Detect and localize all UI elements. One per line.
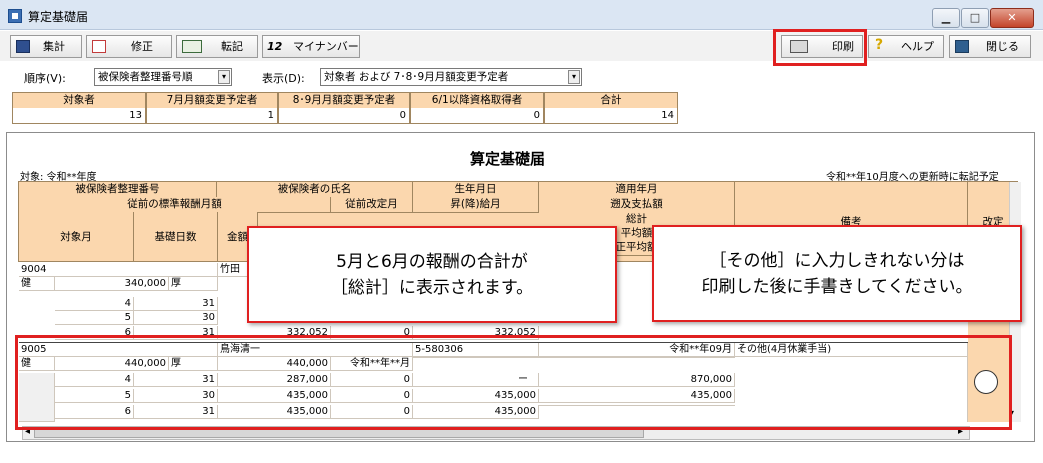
print-highlight	[773, 29, 867, 66]
header-target-month: 対象月	[19, 212, 134, 262]
record-9004-m5: 5	[55, 311, 134, 325]
callout-total-line2: ［総計］に表示されます。	[330, 277, 534, 298]
summary-value-target: 13	[12, 108, 146, 124]
record-9004-m4: 4	[55, 297, 134, 311]
record-9004-std: 340,000	[55, 277, 169, 291]
display-select[interactable]: 対象者 および 7･8･9月月額変更予定者 ▾	[320, 68, 582, 86]
callout-total: 5月と6月の報酬の合計が ［総計］に表示されます。	[247, 226, 617, 323]
header-retro-pay: 遡及支払額	[539, 197, 735, 213]
chevron-down-icon[interactable]: ▾	[218, 70, 230, 84]
edit-label: 修正	[131, 40, 153, 53]
summary-header-june: 6/1以降資格取得者	[410, 92, 544, 109]
mynumber-button[interactable]: 12 マイナンバー	[262, 35, 360, 58]
chevron-down-icon[interactable]: ▾	[568, 70, 580, 84]
door-icon	[955, 40, 969, 53]
title-bar	[0, 0, 1043, 30]
summary-value-total: 14	[544, 108, 678, 124]
record-9004-no: 9004	[19, 263, 218, 277]
callout-total-line1: 5月と6月の報酬の合計が	[336, 251, 528, 272]
help-button[interactable]: ? ヘルプ	[868, 35, 944, 58]
mynumber-icon: 12	[267, 40, 283, 53]
order-label: 順序(V):	[24, 72, 66, 85]
display-value: 対象者 および 7･8･9月月額変更予定者	[324, 71, 509, 83]
summary-header-july: 7月月額変更予定者	[146, 92, 278, 109]
summary-header-aug-sep: 8･9月月額変更予定者	[278, 92, 410, 109]
sum-label: 集計	[43, 40, 65, 53]
edit-icon	[92, 40, 106, 53]
header-insured-name: 被保険者の氏名	[217, 182, 413, 198]
record-9004-d4: 31	[134, 297, 218, 311]
close-button[interactable]: 閉じる	[949, 35, 1031, 58]
header-raise-month: 昇(降)給月	[413, 197, 539, 213]
header-insured-no: 被保険者整理番号	[19, 182, 217, 198]
record-highlight	[15, 335, 1012, 430]
callout-other-line1: ［その他］に入力しきれない分は	[709, 250, 965, 271]
record-9004-d5: 30	[134, 311, 218, 325]
summary-value-july: 1	[146, 108, 278, 124]
summary-header-target: 対象者	[12, 92, 146, 109]
transfer-label: 転記	[221, 40, 243, 53]
display-label: 表示(D):	[262, 72, 305, 85]
summary-value-june: 0	[410, 108, 544, 124]
edit-button[interactable]: 修正	[86, 35, 172, 58]
question-icon: ?	[875, 37, 884, 53]
maximize-button[interactable]: □	[961, 8, 989, 28]
header-prev-revision: 従前改定月	[331, 197, 413, 213]
callout-other-line2: 印刷した後に手書きしてください。	[701, 276, 973, 297]
transfer-button[interactable]: 転記	[176, 35, 258, 58]
help-label: ヘルプ	[901, 40, 934, 53]
table-icon	[16, 40, 30, 53]
callout-other: ［その他］に入力しきれない分は 印刷した後に手書きしてください。	[652, 225, 1022, 322]
document-title: 算定基礎届	[470, 150, 546, 168]
app-icon	[8, 9, 22, 23]
window-title: 算定基礎届	[28, 10, 89, 24]
mynumber-label: マイナンバー	[293, 40, 359, 53]
header-prev-standard: 従前の標準報酬月額	[19, 197, 331, 213]
header-apply-month: 適用年月	[539, 182, 735, 198]
sum-button[interactable]: 集計	[10, 35, 82, 58]
order-select[interactable]: 被保険者整理番号順 ▾	[94, 68, 232, 86]
header-birth: 生年月日	[413, 182, 539, 198]
record-9004-kosei: 厚	[169, 277, 218, 291]
transfer-icon	[182, 40, 202, 53]
record-9004-ins: 健	[19, 277, 55, 291]
header-base-days: 基礎日数	[134, 212, 218, 262]
window-close-button[interactable]: ✕	[990, 8, 1034, 28]
order-value: 被保険者整理番号順	[98, 71, 193, 83]
summary-value-aug-sep: 0	[278, 108, 410, 124]
summary-header-total: 合計	[544, 92, 678, 109]
minimize-button[interactable]: ▁	[932, 8, 960, 28]
close-label: 閉じる	[986, 40, 1019, 53]
